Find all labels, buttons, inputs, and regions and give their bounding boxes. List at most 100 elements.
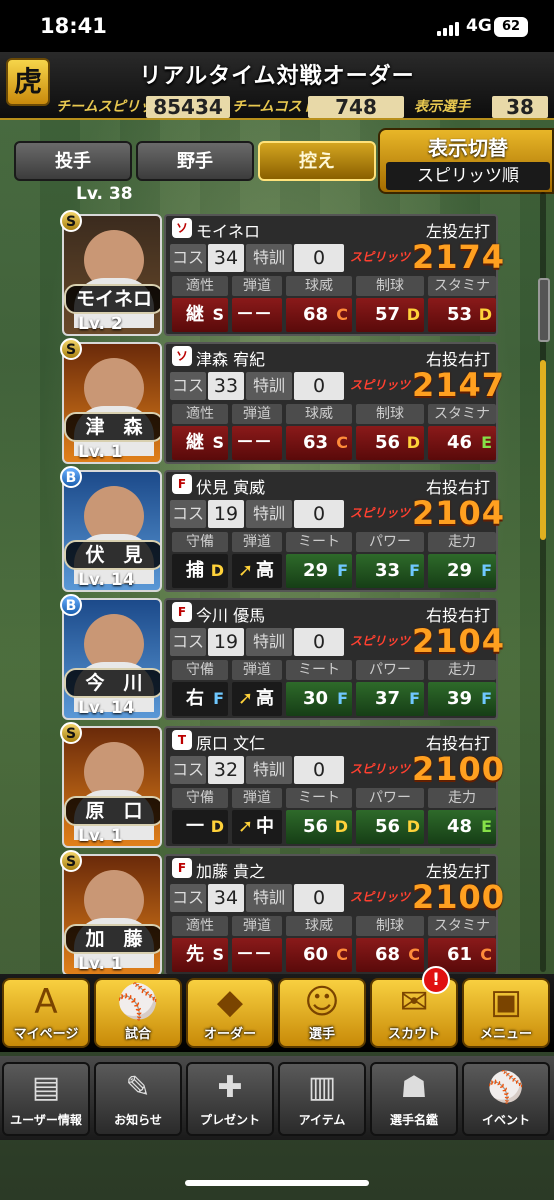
cost-value: 34 bbox=[208, 244, 244, 272]
attr-value: 60 C bbox=[286, 938, 352, 972]
tab-pitcher[interactable]: 投手 bbox=[14, 141, 132, 181]
user-info-icon: ▤ bbox=[31, 1070, 61, 1105]
subnav-present[interactable]: ✚ プレゼント bbox=[186, 1062, 274, 1136]
player-card[interactable]: 津 森 Lv. 1 S ソ津森 宥紀 右投右打 コス 33 特訓 0 スピリッツ 2147 適性継 S 弾… bbox=[60, 338, 504, 487]
rank-badge-icon: S bbox=[60, 210, 82, 232]
player-card[interactable]: 伏 見 Lv. 14 B F 伏見 寅威 右投右打 コス 19 特訓 0 スピリッツ 2104 守備捕 D… bbox=[60, 466, 504, 592]
attr-header: 適性 bbox=[172, 404, 228, 424]
player-info: ソモイネロ左投左打コス34特訓0スピリッツ2174適性継S弾道－－－球威68C制… bbox=[164, 214, 504, 359]
subnav-notice[interactable]: ✎ お知らせ bbox=[94, 1062, 182, 1136]
spirits-label: スピリッツ bbox=[350, 890, 411, 904]
attr-number: 高 bbox=[256, 688, 274, 709]
attr-value: －－－ bbox=[232, 298, 282, 359]
tab-reserve[interactable]: 控え bbox=[258, 141, 376, 181]
rank-badge-icon: B bbox=[60, 594, 82, 616]
attr-value: 捕D bbox=[172, 554, 228, 588]
tab-fielder[interactable]: 野手 bbox=[136, 141, 254, 181]
player-portrait[interactable]: 原 口 Lv. 1 bbox=[62, 726, 162, 848]
attr-value: 29 F bbox=[428, 554, 496, 588]
attr-value: 53 D bbox=[428, 298, 496, 332]
player-portrait[interactable]: 津 森 Lv. 1 bbox=[62, 342, 162, 464]
card-level: Lv. 2 bbox=[78, 314, 123, 334]
item-icon: ▥ bbox=[307, 1070, 337, 1105]
attr-number: 30 bbox=[302, 688, 328, 709]
spirits-label: スピリッツ bbox=[350, 378, 411, 392]
nav-label: メニュー bbox=[479, 1027, 532, 1042]
nav-player[interactable]: ☺ 選手 bbox=[278, 978, 366, 1048]
player-portrait[interactable]: 加 藤 Lv. 1 bbox=[62, 854, 162, 974]
present-icon: ✚ bbox=[217, 1070, 243, 1105]
subnav-user-info[interactable]: ▤ ユーザー情報 bbox=[2, 1062, 90, 1136]
player-info: F 伏見 寅威 右投右打 コス 19 特訓 0 スピリッツ 2104 守備捕 D 弾道 ➚ 高ミート 29 F… bbox=[164, 470, 504, 592]
attr-number: 61 bbox=[446, 944, 472, 965]
nav-order[interactable]: ◆ オーダー bbox=[186, 978, 274, 1048]
attr-value: ➚ 高 bbox=[232, 682, 282, 716]
attr-number: 56 bbox=[302, 816, 328, 837]
attr-number: 右 bbox=[186, 688, 204, 709]
subnav-event[interactable]: ⚾ イベント bbox=[462, 1062, 550, 1136]
attr-header: 制球 bbox=[356, 916, 424, 936]
attr-header: 制球 bbox=[356, 276, 424, 296]
attr-grade: S bbox=[212, 433, 224, 452]
player-portrait[interactable]: モイネロ Lv. 2 bbox=[62, 214, 162, 336]
attr-value: 56 D bbox=[286, 810, 352, 844]
training-label: 特訓 bbox=[246, 884, 292, 912]
attr-value: －－－ bbox=[232, 938, 282, 972]
header: 虎 リアルタイム対戦オーダー チームスピリッツ 85434 チームコスト 748… bbox=[0, 52, 554, 120]
attr-value: 継S bbox=[172, 298, 228, 332]
attr-value: 46 E bbox=[428, 426, 496, 460]
cost-label: コス bbox=[170, 756, 206, 784]
nav-label: マイページ bbox=[13, 1027, 79, 1042]
battery-icon: 62 bbox=[494, 17, 528, 37]
attr-header: パワー bbox=[356, 532, 424, 552]
subnav-label: イベント bbox=[481, 1113, 530, 1127]
team-icon: F bbox=[172, 602, 192, 622]
attr-grade: C bbox=[336, 945, 348, 964]
scroll-thumb[interactable] bbox=[540, 360, 546, 540]
player-info: F 今川 優馬 右投右打 コス 19 特訓 0 スピリッツ 2104 守備右 F 弾道 ➚ 高ミート 30 F… bbox=[164, 598, 504, 720]
spirits-value: 2100 bbox=[412, 750, 506, 788]
cost-label: コス bbox=[170, 628, 206, 656]
attr-grade: D bbox=[210, 561, 224, 580]
attr-value: 先S bbox=[172, 938, 228, 972]
nav-label: 選手 bbox=[308, 1027, 335, 1042]
team-icon: ソ bbox=[172, 346, 192, 366]
attr-header: 球威 bbox=[286, 916, 352, 936]
card-name: 原 口 bbox=[64, 796, 160, 826]
attr-header: ミート bbox=[286, 660, 352, 680]
nav-game[interactable]: ⚾ 試合 bbox=[94, 978, 182, 1048]
attr-grade: C bbox=[336, 305, 348, 324]
training-value: 0 bbox=[294, 756, 344, 784]
player-portrait[interactable]: 今 川 Lv. 14 bbox=[62, 598, 162, 720]
subnav-player-guide[interactable]: ☗ 選手名鑑 bbox=[370, 1062, 458, 1136]
attr-grade: F bbox=[409, 689, 420, 708]
player-card[interactable]: モイネロ Lv. 2 S ソモイネロ 左投左打 コス 34 特訓 0 スピリッツ 2174 適性継 S 弾… bbox=[60, 210, 504, 359]
nav-menu[interactable]: ▣ メニュー bbox=[462, 978, 550, 1048]
attr-header: 制球 bbox=[356, 404, 424, 424]
attr-value: 48 E bbox=[428, 810, 496, 844]
attr-grade: C bbox=[408, 945, 420, 964]
attr-grade: F bbox=[337, 689, 348, 708]
attr-number: 48 bbox=[446, 816, 472, 837]
player-list[interactable]: Lv. 38 モイネロ Lv. 2 S ソモイネロ 左投左打 コス 34 特訓 0 スピリッツ 21… bbox=[0, 184, 554, 974]
training-label: 特訓 bbox=[246, 756, 292, 784]
player-info: T 原口 文仁 右投右打 コス 32 特訓 0 スピリッツ 2100 守備一 D 弾道 ➚ 中ミート 56 D… bbox=[164, 726, 506, 848]
cost-value: 34 bbox=[208, 884, 244, 912]
subnav-item[interactable]: ▥ アイテム bbox=[278, 1062, 366, 1136]
attr-number: 29 bbox=[302, 560, 328, 581]
player-card[interactable]: 加 藤 Lv. 1 S F 加藤 貴之 左投左打 コス 34 特訓 0 スピリッツ 2100 適性先 S 弾… bbox=[60, 850, 504, 974]
display-switch-label: 表示切替 bbox=[428, 136, 508, 160]
signal-icon bbox=[437, 22, 459, 36]
attr-grade: S bbox=[212, 945, 224, 964]
player-portrait[interactable]: 伏 見 Lv. 14 bbox=[62, 470, 162, 592]
attr-header: スタミナ bbox=[428, 404, 496, 424]
player-card[interactable]: 今 川 Lv. 14 B F 今川 優馬 右投右打 コス 19 特訓 0 スピリッツ 2104 守備右 F… bbox=[60, 594, 504, 720]
partial-card-level: Lv. 38 bbox=[76, 184, 133, 204]
card-name: 今 川 bbox=[64, 668, 160, 698]
home-indicator[interactable] bbox=[185, 1180, 369, 1186]
scroll-handle[interactable] bbox=[538, 278, 550, 342]
training-value: 0 bbox=[294, 884, 344, 912]
nav-mypage[interactable]: A マイページ bbox=[2, 978, 90, 1048]
player-card[interactable]: 原 口 Lv. 1 S T 原口 文仁 右投右打 コス 32 特訓 0 スピリッツ 2100 守備一 D 弾… bbox=[60, 722, 506, 848]
attr-grade: C bbox=[480, 945, 492, 964]
